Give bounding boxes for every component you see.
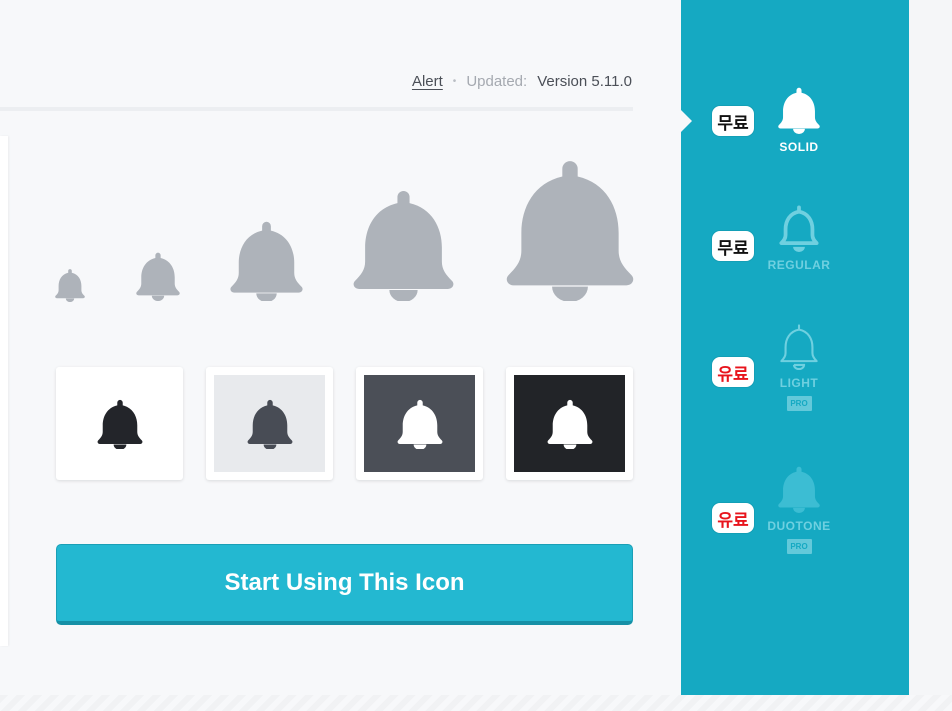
style-option-regular[interactable]: REGULAR	[757, 204, 841, 272]
paid-tag-light: 유료	[712, 357, 754, 387]
active-style-pointer	[681, 110, 692, 132]
paid-tag-duotone: 유료	[712, 503, 754, 533]
updated-label: Updated:	[466, 72, 528, 90]
icon-meta-bar: Alert • Updated: Version 5.11.0	[380, 68, 632, 94]
start-using-icon-button[interactable]: Start Using This Icon	[56, 544, 633, 625]
bell-icon	[97, 399, 142, 449]
bell-icon	[547, 399, 592, 449]
header-divider	[0, 107, 633, 111]
style-label-solid: SOLID	[779, 140, 819, 154]
style-option-duotone[interactable]: DUOTONE PRO	[757, 465, 841, 554]
panel-edge	[0, 136, 8, 646]
preview-tile-light-gray	[206, 367, 333, 480]
preview-tile-black	[506, 367, 633, 480]
style-label-light: LIGHT	[779, 376, 819, 390]
bell-size-lg-icon	[353, 188, 454, 301]
style-sidebar: 무료 SOLID 무료 REGULAR 유료 LIGHT PRO 유료 DUOT…	[681, 0, 909, 695]
bell-size-sm-icon	[136, 251, 180, 301]
version-text: Version 5.11.0	[537, 72, 632, 90]
icon-category-link[interactable]: Alert	[412, 73, 443, 90]
pro-badge-light: PRO	[786, 396, 812, 411]
bell-regular-icon	[779, 205, 819, 252]
bell-duotone-icon	[778, 466, 820, 513]
page-footer-pattern	[0, 695, 952, 711]
preview-tile-white	[56, 367, 183, 480]
free-tag-solid: 무료	[712, 106, 754, 136]
style-option-light[interactable]: LIGHT PRO	[757, 322, 841, 411]
bell-size-md-icon	[230, 220, 303, 301]
preview-tile-dark-gray-bg	[364, 375, 475, 472]
style-label-duotone: DUOTONE	[767, 519, 831, 533]
style-label-regular: REGULAR	[767, 258, 831, 272]
meta-separator: •	[452, 75, 457, 87]
preview-tile-dark-gray	[356, 367, 483, 480]
style-option-solid[interactable]: SOLID	[757, 86, 841, 154]
bell-icon	[397, 399, 442, 449]
bell-size-xs-icon	[55, 268, 85, 302]
bell-solid-icon	[778, 87, 820, 134]
preview-tile-white-bg	[64, 375, 175, 472]
free-tag-regular: 무료	[712, 231, 754, 261]
bell-icon	[247, 399, 292, 449]
bell-size-xl-icon	[506, 157, 634, 301]
pro-badge-duotone: PRO	[786, 539, 812, 554]
preview-tile-light-gray-bg	[214, 375, 325, 472]
bell-light-icon	[780, 324, 818, 370]
preview-tile-black-bg	[514, 375, 625, 472]
